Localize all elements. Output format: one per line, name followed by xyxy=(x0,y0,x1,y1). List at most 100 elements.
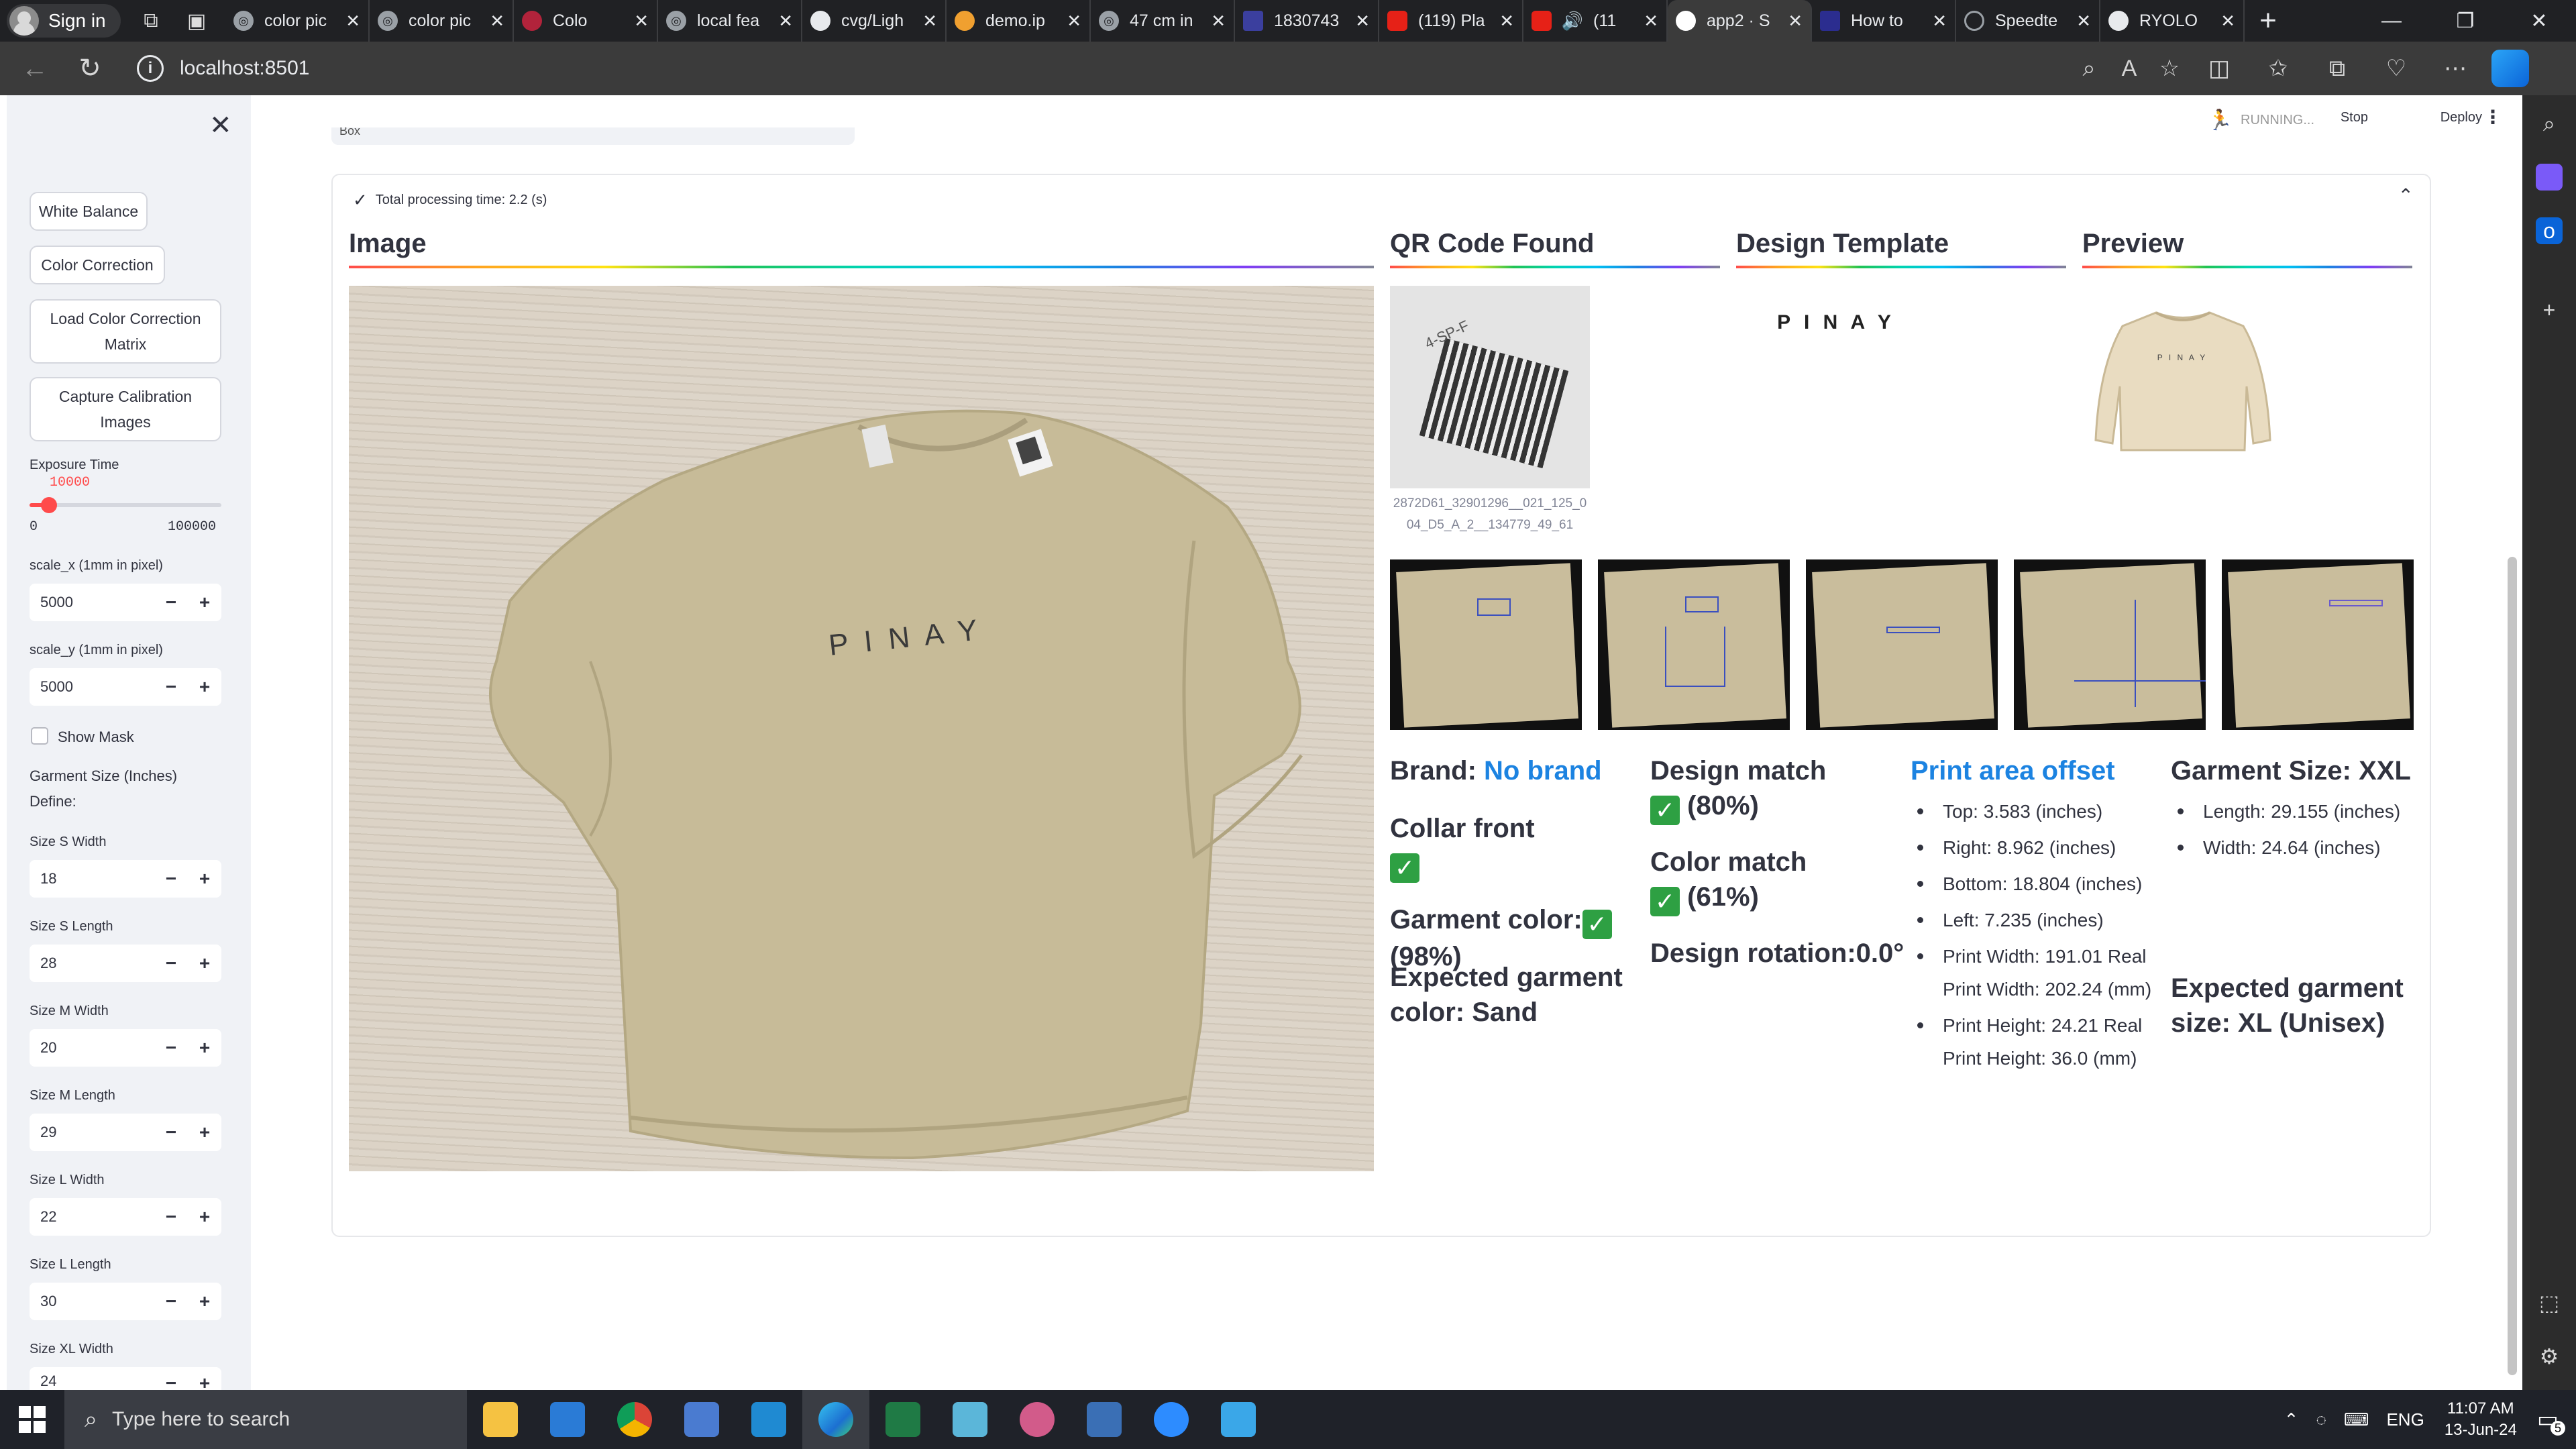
show-hidden-icons[interactable]: ⌃ xyxy=(2284,1409,2299,1430)
decrement-button[interactable]: − xyxy=(154,1373,188,1390)
decrement-button[interactable]: − xyxy=(154,1037,188,1059)
scale-x-input[interactable]: 5000 − + xyxy=(30,584,221,621)
close-window-icon[interactable]: ✕ xyxy=(2502,9,2576,33)
expander-header[interactable]: ✓ Total processing time: 2.2 (s) xyxy=(353,190,547,211)
tab-actions-icon[interactable]: ▣ xyxy=(181,7,212,34)
minimize-icon[interactable]: — xyxy=(2355,9,2428,33)
decrement-button[interactable]: − xyxy=(154,1122,188,1143)
browser-tab[interactable]: 🔊 (11 ✕ xyxy=(1523,0,1668,42)
read-aloud-icon[interactable]: A xyxy=(2109,56,2149,82)
notifications-icon[interactable]: ▭ 5 xyxy=(2537,1406,2565,1436)
vscode-icon[interactable] xyxy=(735,1390,802,1449)
copilot-side-icon[interactable] xyxy=(2536,164,2563,191)
browser-tab[interactable]: RYOLO ✕ xyxy=(2100,0,2245,42)
remote-desktop-icon[interactable] xyxy=(668,1390,735,1449)
load-color-correction-matrix-button[interactable]: Load Color Correction Matrix xyxy=(30,299,221,364)
language-indicator[interactable]: ENG xyxy=(2386,1409,2424,1430)
calculator-icon[interactable] xyxy=(1071,1390,1138,1449)
increment-button[interactable]: + xyxy=(188,676,221,698)
back-icon[interactable]: ← xyxy=(15,54,55,84)
favorite-star-icon[interactable]: ☆ xyxy=(2149,55,2190,82)
increment-button[interactable]: + xyxy=(188,1373,221,1390)
new-tab-button[interactable]: + xyxy=(2251,4,2285,38)
network-icon[interactable]: ◌ xyxy=(2316,1409,2326,1430)
size-l-length-input[interactable]: 30 − + xyxy=(30,1283,221,1320)
zoom-icon[interactable]: ⌕ xyxy=(2069,56,2109,82)
favorites-icon[interactable]: ✩ xyxy=(2249,55,2308,82)
decrement-button[interactable]: − xyxy=(154,1206,188,1228)
size-xl-width-input[interactable]: 24 − + xyxy=(30,1367,221,1390)
screenshot-icon[interactable]: ⬚ xyxy=(2536,1289,2563,1316)
tab-close-icon[interactable]: ✕ xyxy=(922,11,937,32)
refresh-icon[interactable]: ↻ xyxy=(70,53,110,84)
tab-close-icon[interactable]: ✕ xyxy=(1932,11,1947,32)
tab-close-icon[interactable]: ✕ xyxy=(1499,11,1514,32)
increment-button[interactable]: + xyxy=(188,1037,221,1059)
size-s-length-input[interactable]: 28 − + xyxy=(30,945,221,982)
increment-button[interactable]: + xyxy=(188,592,221,613)
exposure-slider-thumb[interactable] xyxy=(41,497,57,513)
browser-tab[interactable]: cvg/Ligh ✕ xyxy=(802,0,947,42)
zoom-app-icon[interactable] xyxy=(1138,1390,1205,1449)
size-l-width-input[interactable]: 22 − + xyxy=(30,1198,221,1236)
stop-button[interactable]: Stop xyxy=(2341,110,2368,125)
tab-close-icon[interactable]: ✕ xyxy=(1211,11,1226,32)
browser-tab[interactable]: ◎ local fea ✕ xyxy=(658,0,802,42)
decrement-button[interactable]: − xyxy=(154,592,188,613)
tab-close-icon[interactable]: ✕ xyxy=(778,11,793,32)
copilot-icon[interactable] xyxy=(2491,50,2529,87)
close-sidebar-icon[interactable]: ✕ xyxy=(209,110,232,141)
main-menu-icon[interactable]: ⋮ xyxy=(2483,106,2502,128)
tab-close-icon[interactable]: ✕ xyxy=(345,11,360,32)
excel-icon[interactable] xyxy=(869,1390,936,1449)
tab-close-icon[interactable]: ✕ xyxy=(1355,11,1370,32)
scale-y-input[interactable]: 5000 − + xyxy=(30,668,221,706)
browser-tab[interactable]: 1830743 ✕ xyxy=(1235,0,1379,42)
site-info-icon[interactable]: i xyxy=(137,55,164,82)
increment-button[interactable]: + xyxy=(188,1291,221,1312)
exposure-slider-track[interactable] xyxy=(30,503,221,507)
add-app-icon[interactable]: + xyxy=(2536,297,2563,323)
more-icon[interactable]: ⋯ xyxy=(2426,55,2485,82)
tab-close-icon[interactable]: ✕ xyxy=(1067,11,1081,32)
chrome-icon[interactable] xyxy=(601,1390,668,1449)
collapse-chevron-icon[interactable]: ⌃ xyxy=(2398,184,2414,207)
main-scrollbar[interactable] xyxy=(2508,557,2517,1375)
color-correction-button[interactable]: Color Correction xyxy=(30,246,165,284)
clock[interactable]: 11:07 AM 13-Jun-24 xyxy=(2445,1398,2517,1441)
notepad-icon[interactable] xyxy=(936,1390,1004,1449)
decrement-button[interactable]: − xyxy=(154,1291,188,1312)
outlook-icon[interactable]: o xyxy=(2536,217,2563,244)
increment-button[interactable]: + xyxy=(188,868,221,890)
increment-button[interactable]: + xyxy=(188,1122,221,1143)
keyboard-icon[interactable]: ⌨ xyxy=(2344,1409,2369,1430)
decrement-button[interactable]: − xyxy=(154,953,188,974)
tab-close-icon[interactable]: ✕ xyxy=(2076,11,2091,32)
browser-tab[interactable]: ◎ color pic ✕ xyxy=(370,0,514,42)
show-mask-checkbox[interactable] xyxy=(31,727,48,745)
browser-tab[interactable]: (119) Pla ✕ xyxy=(1379,0,1523,42)
tab-close-icon[interactable]: ✕ xyxy=(634,11,649,32)
size-m-length-input[interactable]: 29 − + xyxy=(30,1114,221,1151)
tab-close-icon[interactable]: ✕ xyxy=(1644,11,1658,32)
capture-calibration-images-button[interactable]: Capture Calibration Images xyxy=(30,377,221,441)
settings-gear-icon[interactable]: ⚙ xyxy=(2536,1343,2563,1370)
url-field[interactable]: i localhost:8501 xyxy=(137,49,2069,88)
increment-button[interactable]: + xyxy=(188,953,221,974)
edge-icon[interactable] xyxy=(802,1390,869,1449)
browser-tab-active[interactable]: app2 · S ✕ xyxy=(1668,0,1812,42)
increment-button[interactable]: + xyxy=(188,1206,221,1228)
browser-tab[interactable]: ◎ color pic ✕ xyxy=(225,0,370,42)
snipping-icon[interactable] xyxy=(1004,1390,1071,1449)
decrement-button[interactable]: − xyxy=(154,676,188,698)
restore-icon[interactable]: ❐ xyxy=(2428,9,2502,33)
browser-tab[interactable]: ◎ 47 cm in ✕ xyxy=(1091,0,1235,42)
deploy-button[interactable]: Deploy xyxy=(2440,110,2482,125)
profile-button[interactable]: Sign in xyxy=(7,4,121,38)
size-m-width-input[interactable]: 20 − + xyxy=(30,1029,221,1067)
start-button[interactable] xyxy=(0,1406,64,1433)
tab-close-icon[interactable]: ✕ xyxy=(2220,11,2235,32)
file-explorer-icon[interactable] xyxy=(467,1390,534,1449)
browser-tab[interactable]: How to ✕ xyxy=(1812,0,1956,42)
collections-icon[interactable]: ⧉ xyxy=(2308,56,2367,82)
